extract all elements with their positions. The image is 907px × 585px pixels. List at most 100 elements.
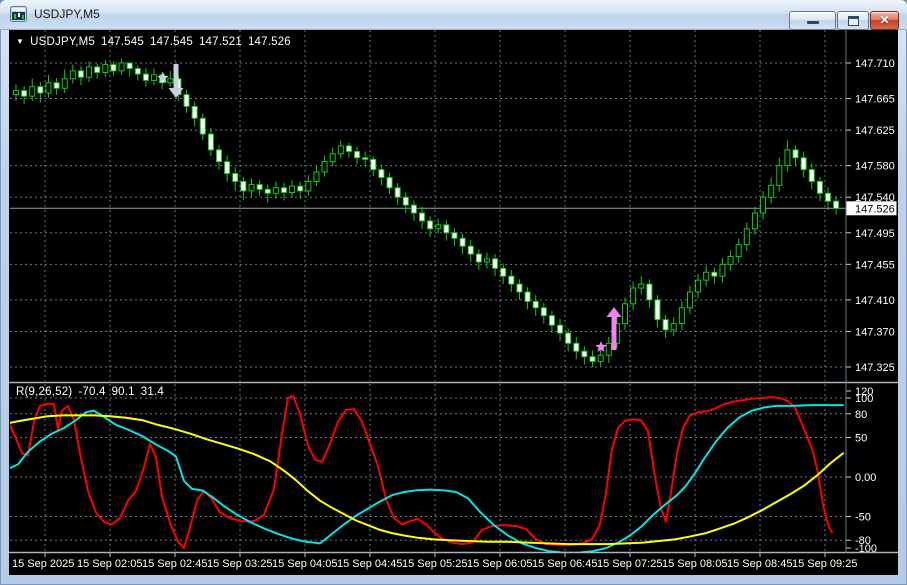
time-axis-label[interactable]: 15 Sep 04:45 [337,558,402,570]
candle-body [30,87,35,96]
candle-body [769,185,774,197]
candle-body [87,67,92,77]
candle-body [590,357,595,362]
candle-body [355,151,360,157]
time-axis-label[interactable]: 15 Sep 08:45 [727,558,792,570]
time-axis-label[interactable]: 15 Sep 06:45 [532,558,597,570]
price-tick-label[interactable]: 147.455 [855,259,895,271]
chart-window-icon [10,6,27,22]
candle-body [78,71,83,77]
candle-body [801,158,806,170]
minimize-button[interactable] [789,11,836,30]
candle-body [217,150,222,162]
price-tick-label[interactable]: 147.710 [855,58,895,70]
indicator-tick-label[interactable]: 100 [855,393,873,405]
candle-body [631,288,636,304]
candle-body [582,351,587,357]
candle-body [533,301,538,307]
time-axis-label[interactable]: 15 Sep 08:05 [662,558,727,570]
candle-body [598,355,603,361]
candle-body [826,193,831,201]
candle-body [241,181,246,190]
candle-body [460,238,465,246]
candle-body [290,186,295,192]
price-tick-label[interactable]: 147.325 [855,362,895,374]
indicator-tick-label[interactable]: 0.00 [855,472,876,484]
time-axis-label[interactable]: 15 Sep 07:25 [597,558,662,570]
candle-body [387,177,392,187]
time-axis-label[interactable]: 15 Sep 09:25 [792,558,857,570]
candle-body [696,280,701,292]
candle-body [517,284,522,292]
candle-body [671,324,676,330]
chart-canvas[interactable]: 147.710147.665147.625147.580147.540147.4… [0,0,907,585]
time-axis-label[interactable]: 15 Sep 06:05 [467,558,532,570]
time-axis-label[interactable]: 15 Sep 03:25 [207,558,272,570]
candle-body [639,284,644,288]
candle-body [793,150,798,158]
price-tick-label[interactable]: 147.410 [855,295,895,307]
time-axis-label[interactable]: 15 Sep 02:05 [77,558,142,570]
candle-body [46,83,51,93]
price-tick-label[interactable]: 147.370 [855,326,895,338]
candle-body [143,74,148,80]
candle-body [752,213,757,229]
candle-body [38,87,43,93]
candle-body [62,79,67,88]
candle-body [761,197,766,213]
candle-body [541,308,546,316]
candle-body [704,272,709,280]
candle-body [192,106,197,118]
price-tick-label[interactable]: 147.625 [855,125,895,137]
minimize-icon [807,21,819,24]
candle-body [679,308,684,324]
time-axis-label[interactable]: 15 Sep 04:05 [272,558,337,570]
price-tick-label[interactable]: 147.580 [855,161,895,173]
candle-body [119,63,124,71]
candle-body [281,188,286,193]
candle-body [549,316,554,325]
time-axis-label[interactable]: 15 Sep 05:25 [402,558,467,570]
candle-body [14,91,19,95]
candle-body [379,170,384,178]
candle-body [306,181,311,190]
candle-body [712,272,717,276]
time-axis-label[interactable]: 15 Sep 2025 [12,558,74,570]
title-bar[interactable]: USDJPY,M5 ✕ [0,0,907,30]
candle-body [184,95,189,107]
candle-body [655,300,660,320]
candle-body [403,197,408,205]
indicator-tick-label[interactable]: -50 [855,512,871,524]
candle-body [509,276,514,284]
indicator-tick-label[interactable]: 80 [855,409,867,421]
candle-body [111,65,116,71]
candle-body [501,268,506,276]
chart-background [9,29,898,575]
candle-body [720,264,725,276]
close-button[interactable]: ✕ [870,11,899,30]
candle-body [257,185,262,190]
candle-body [200,118,205,134]
candle-body [558,325,563,333]
candle-body [420,213,425,221]
candle-body [330,154,335,162]
candle-body [273,188,278,194]
candle-body [127,63,132,69]
candle-body [233,174,238,182]
restore-button[interactable] [837,11,869,30]
candle-body [135,69,140,75]
candle-body [493,259,498,268]
indicator-tick-label[interactable]: 50 [855,433,867,445]
price-tick-label[interactable]: 147.665 [855,94,895,106]
candle-body [566,333,571,343]
candle-body [687,292,692,308]
candle-body [468,246,473,254]
candle-body [103,65,108,73]
price-tick-label[interactable]: 147.495 [855,228,895,240]
candle-body [809,170,814,182]
candle-body [168,79,173,83]
candle-body [574,343,579,351]
candle-body [777,166,782,186]
time-axis-label[interactable]: 15 Sep 02:45 [142,558,207,570]
candle-body [225,162,230,174]
